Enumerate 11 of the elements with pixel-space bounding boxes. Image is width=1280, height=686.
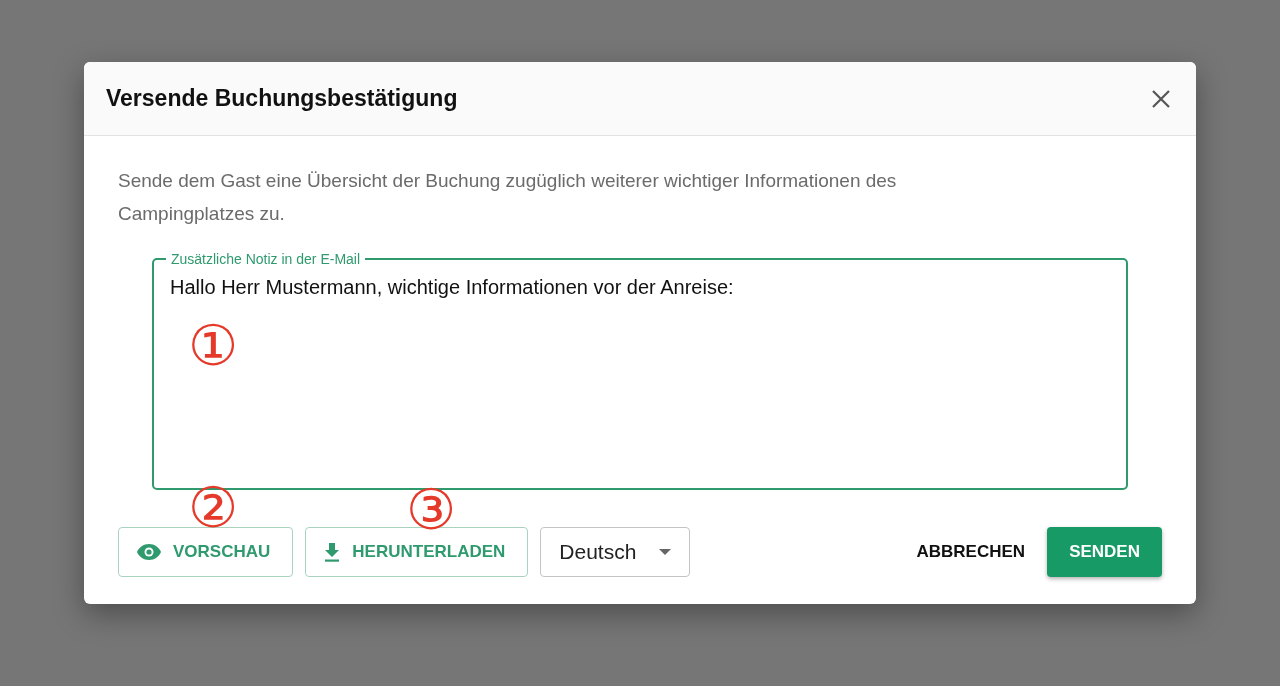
send-button[interactable]: SENDEN xyxy=(1047,527,1162,577)
annotation-number: ① xyxy=(188,318,239,374)
dialog-description: Sende dem Gast eine Übersicht der Buchung zugüglich weiterer wichtiger Informationen des Campingplatzes zu. xyxy=(118,169,898,226)
close-icon xyxy=(1151,88,1171,109)
eye-icon xyxy=(137,544,161,560)
language-select[interactable]: Deutsch xyxy=(540,527,691,577)
cancel-button[interactable]: ABBRECHEN xyxy=(906,527,1036,577)
dropdown-caret-icon xyxy=(659,549,672,555)
preview-button[interactable]: VORSCHAU xyxy=(118,527,294,577)
dialog-title: Versende Buchungsbestätigung xyxy=(106,85,458,112)
download-icon xyxy=(324,542,341,562)
